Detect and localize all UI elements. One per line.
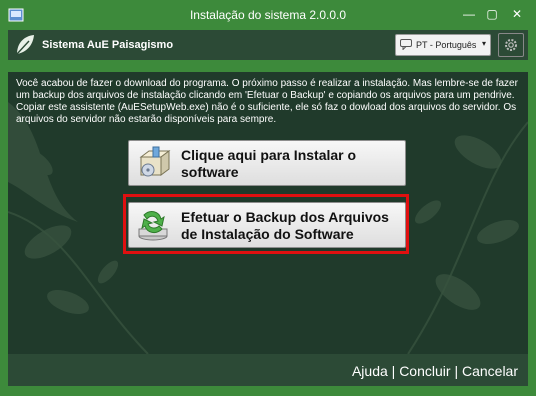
footer-links: Ajuda | Concluir | Cancelar (352, 363, 518, 379)
cancel-link[interactable]: Cancelar (462, 363, 518, 379)
footer-bar: Ajuda | Concluir | Cancelar (8, 354, 528, 386)
title-bar[interactable]: Instalação do sistema 2.0.0.0 — ▢ ✕ (0, 0, 536, 30)
minimize-button[interactable]: — (458, 4, 480, 24)
highlight-frame (123, 194, 409, 254)
window-title: Instalação do sistema 2.0.0.0 (189, 8, 347, 22)
app-name: Sistema AuE Paisagismo (42, 39, 174, 51)
chevron-down-icon: ▾ (481, 39, 486, 48)
app-header: Sistema AuE Paisagismo PT - Português ▾ (8, 30, 528, 60)
finish-link[interactable]: Concluir (399, 363, 450, 379)
separator: | (454, 363, 459, 379)
installer-window: Instalação do sistema 2.0.0.0 — ▢ ✕ Sist… (0, 0, 536, 396)
language-value: PT - Português (416, 40, 477, 50)
leaf-logo-icon (16, 35, 34, 55)
instruction-text: Você acabou de fazer o download do progr… (16, 78, 518, 125)
gear-icon (505, 39, 517, 51)
settings-button[interactable] (498, 33, 524, 57)
install-button-label: Clique aqui para Instalar o software (181, 147, 357, 180)
install-button[interactable]: Clique aqui para Instalar o software (128, 140, 406, 186)
main-panel: Você acabou de fazer o download do progr… (8, 72, 528, 354)
separator: | (391, 363, 396, 379)
speech-bubble-icon (400, 39, 412, 50)
close-button[interactable]: ✕ (504, 4, 530, 24)
installer-box-icon (139, 146, 171, 177)
maximize-button[interactable]: ▢ (481, 4, 503, 24)
help-link[interactable]: Ajuda (352, 363, 388, 379)
language-select[interactable]: PT - Português ▾ (395, 34, 491, 56)
